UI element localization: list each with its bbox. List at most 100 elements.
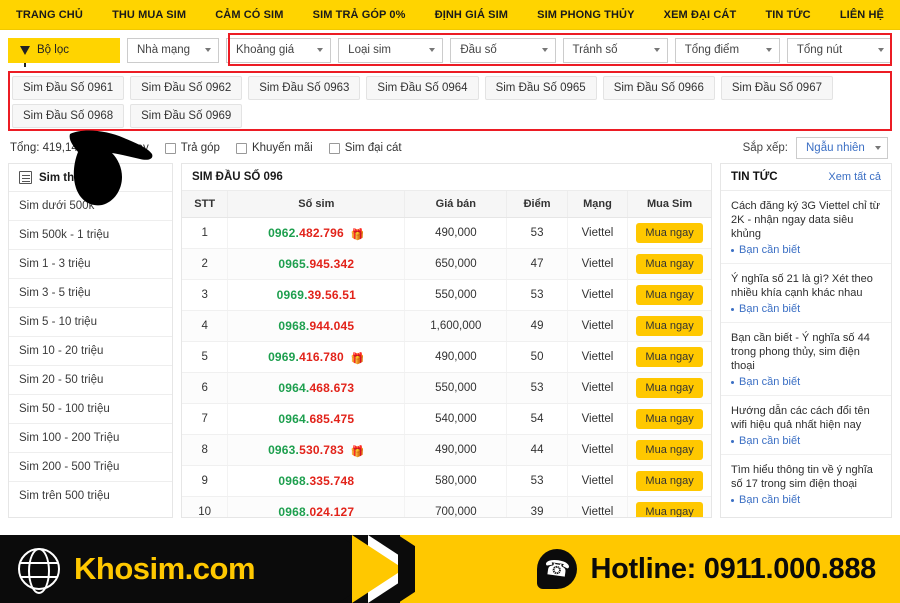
checkbox-daicat[interactable]: Sim đại cát <box>329 142 402 154</box>
nav-item[interactable]: LIÊN HỆ <box>838 9 886 21</box>
buy-now-button[interactable]: Mua ngay <box>636 471 702 491</box>
buy-now-button[interactable]: Mua ngay <box>636 347 702 367</box>
sim-table-column: SIM ĐẦU SỐ 096 STT Số sim Giá bán Điểm M… <box>181 163 712 518</box>
table-row[interactable]: 40968.944.0451,600,00049ViettelMua ngay <box>182 311 711 342</box>
price-sidebar-column: Sim theo giá Sim dưới 500k Sim 500k - 1 … <box>8 163 173 518</box>
cell-score: 50 <box>507 342 567 373</box>
filter-total-score[interactable]: Tổng điểm <box>675 38 780 63</box>
cell-sim-number[interactable]: 0965.945.342 <box>228 249 405 280</box>
cell-sim-number[interactable]: 0968.335.748 <box>228 466 405 497</box>
buy-now-button[interactable]: Mua ngay <box>636 378 702 398</box>
nav-item[interactable]: SIM TRẢ GÓP 0% <box>311 9 408 21</box>
prefix-tab[interactable]: Sim Đầu Số 0963 <box>248 76 360 100</box>
cell-stt: 3 <box>182 280 228 311</box>
buy-now-button[interactable]: Mua ngay <box>636 409 702 429</box>
table-row[interactable]: 90968.335.748580,00053ViettelMua ngay <box>182 466 711 497</box>
filter-carrier[interactable]: Nhà mạng <box>127 38 219 63</box>
prefix-tab[interactable]: Sim Đầu Số 0965 <box>485 76 597 100</box>
prefix-tab[interactable]: Sim Đầu Số 0962 <box>130 76 242 100</box>
news-item[interactable]: Ý nghĩa số 21 là gì? Xét theo nhiều khía… <box>721 264 891 323</box>
footer-hotline[interactable]: ☎ Hotline: 0911.000.888 <box>537 535 877 603</box>
filter-total-knot[interactable]: Tổng nút <box>787 38 892 63</box>
sim-table: STT Số sim Giá bán Điểm Mạng Mua Sim 109… <box>182 191 711 518</box>
prefix-tab[interactable]: Sim Đầu Số 0964 <box>366 76 478 100</box>
news-item[interactable]: Bạn cần biết - Ý nghĩa số 44 trong phong… <box>721 323 891 396</box>
news-item[interactable]: Cách đăng ký 3G Viettel chỉ từ 2K - nhận… <box>721 191 891 264</box>
news-item-title: Ý nghĩa số 21 là gì? Xét theo nhiều khía… <box>731 272 881 300</box>
sim-table-header-row: STT Số sim Giá bán Điểm Mạng Mua Sim <box>182 191 711 218</box>
news-see-all-link[interactable]: Xem tất cả <box>828 171 881 183</box>
sidebar-item-price[interactable]: Sim 500k - 1 triệu <box>9 221 172 250</box>
sidebar-item-price[interactable]: Sim 100 - 200 Triệu <box>9 424 172 453</box>
checkbox-box-icon <box>329 143 340 154</box>
prefix-tab[interactable]: Sim Đầu Số 0966 <box>603 76 715 100</box>
sort-select[interactable]: Ngẫu nhiên <box>796 137 888 159</box>
nav-item[interactable]: THU MUA SIM <box>110 9 188 21</box>
prefix-tab[interactable]: Sim Đầu Số 0969 <box>130 104 242 128</box>
cell-sim-number[interactable]: 0964.468.673 <box>228 373 405 404</box>
sidebar-item-price[interactable]: Sim dưới 500k <box>9 192 172 221</box>
buy-now-button[interactable]: Mua ngay <box>636 254 702 274</box>
cell-sim-number[interactable]: 0969.416.780🎁 <box>228 342 405 373</box>
nav-item[interactable]: TRANG CHỦ <box>14 9 85 21</box>
sidebar-item-price[interactable]: Sim 10 - 20 triệu <box>9 337 172 366</box>
sidebar-item-price[interactable]: Sim 50 - 100 triệu <box>9 395 172 424</box>
nav-item[interactable]: XEM ĐẠI CÁT <box>662 9 739 21</box>
news-item-category[interactable]: Bạn cần biết <box>731 376 881 388</box>
cell-sim-number[interactable]: 0968.944.045 <box>228 311 405 342</box>
cell-sim-number[interactable]: 0962.482.796🎁 <box>228 218 405 249</box>
filter-avoid-digit[interactable]: Tránh số <box>563 38 668 63</box>
table-row[interactable]: 70964.685.475540,00054ViettelMua ngay <box>182 404 711 435</box>
buy-now-button[interactable]: Mua ngay <box>636 316 702 336</box>
gift-icon: 🎁 <box>351 229 365 241</box>
chevron-decoration <box>415 535 467 603</box>
cell-sim-number[interactable]: 0968.024.127 <box>228 497 405 519</box>
table-row[interactable]: 80963.530.783🎁490,00044ViettelMua ngay <box>182 435 711 466</box>
filter-prefix[interactable]: Đầu số <box>450 38 555 63</box>
cell-sim-number[interactable]: 0969.39.56.51 <box>228 280 405 311</box>
news-item-category[interactable]: Bạn cần biết <box>731 244 881 256</box>
nav-item[interactable]: ĐỊNH GIÁ SIM <box>433 9 510 21</box>
cell-sim-number[interactable]: 0963.530.783🎁 <box>228 435 405 466</box>
checkbox-installment[interactable]: Trả góp <box>165 142 220 154</box>
filter-prefix-label: Đầu số <box>460 44 496 56</box>
prefix-tab[interactable]: Sim Đầu Số 0968 <box>12 104 124 128</box>
news-item[interactable]: Tìm hiểu thông tin về ý nghĩa số 17 tron… <box>721 455 891 513</box>
buy-now-button[interactable]: Mua ngay <box>636 285 702 305</box>
filter-button[interactable]: Bộ lọc <box>8 38 120 63</box>
buy-now-button[interactable]: Mua ngay <box>636 502 702 518</box>
sidebar-item-price[interactable]: Sim 1 - 3 triệu <box>9 250 172 279</box>
buy-now-button[interactable]: Mua ngay <box>636 440 702 460</box>
sidebar-item-price[interactable]: Sim 5 - 10 triệu <box>9 308 172 337</box>
sidebar-item-price[interactable]: Sim 3 - 5 triệu <box>9 279 172 308</box>
footer-brand[interactable]: Khosim.com <box>18 535 255 603</box>
checkbox-promotion[interactable]: Khuyến mãi <box>236 142 313 154</box>
sim-table-body: 10962.482.796🎁490,00053ViettelMua ngay20… <box>182 218 711 519</box>
nav-item[interactable]: SIM PHONG THỦY <box>535 9 636 21</box>
sidebar-item-price[interactable]: Sim 200 - 500 Triệu <box>9 453 172 482</box>
table-row[interactable]: 30969.39.56.51550,00053ViettelMua ngay <box>182 280 711 311</box>
table-row[interactable]: 10962.482.796🎁490,00053ViettelMua ngay <box>182 218 711 249</box>
filter-price-range[interactable]: Khoảng giá <box>226 38 331 63</box>
filter-sim-type[interactable]: Loại sim <box>338 38 443 63</box>
nav-item[interactable]: CẢM CÓ SIM <box>213 9 285 21</box>
sort-value: Ngẫu nhiên <box>806 142 865 154</box>
news-item[interactable]: Hướng dẫn các cách đổi tên wifi hiệu quả… <box>721 396 891 455</box>
sim-table-title: SIM ĐẦU SỐ 096 <box>192 171 283 183</box>
news-item-category[interactable]: Bạn cần biết <box>731 435 881 447</box>
sidebar-item-price[interactable]: Sim trên 500 triệu <box>9 482 172 510</box>
news-item-category[interactable]: Bạn cần biết <box>731 303 881 315</box>
buy-now-button[interactable]: Mua ngay <box>636 223 702 243</box>
table-row[interactable]: 100968.024.127700,00039ViettelMua ngay <box>182 497 711 519</box>
table-row[interactable]: 50969.416.780🎁490,00050ViettelMua ngay <box>182 342 711 373</box>
prefix-tab[interactable]: Sim Đầu Số 0967 <box>721 76 833 100</box>
table-row[interactable]: 60964.468.673550,00053ViettelMua ngay <box>182 373 711 404</box>
cell-buy: Mua ngay <box>628 280 711 311</box>
nav-item[interactable]: TIN TỨC <box>763 9 812 21</box>
cell-sim-number[interactable]: 0964.685.475 <box>228 404 405 435</box>
prefix-tab[interactable]: Sim Đầu Số 0961 <box>12 76 124 100</box>
sidebar-item-price[interactable]: Sim 20 - 50 triệu <box>9 366 172 395</box>
table-row[interactable]: 20965.945.342650,00047ViettelMua ngay <box>182 249 711 280</box>
cell-score: 54 <box>507 404 567 435</box>
news-item-category[interactable]: Bạn cần biết <box>731 494 881 506</box>
